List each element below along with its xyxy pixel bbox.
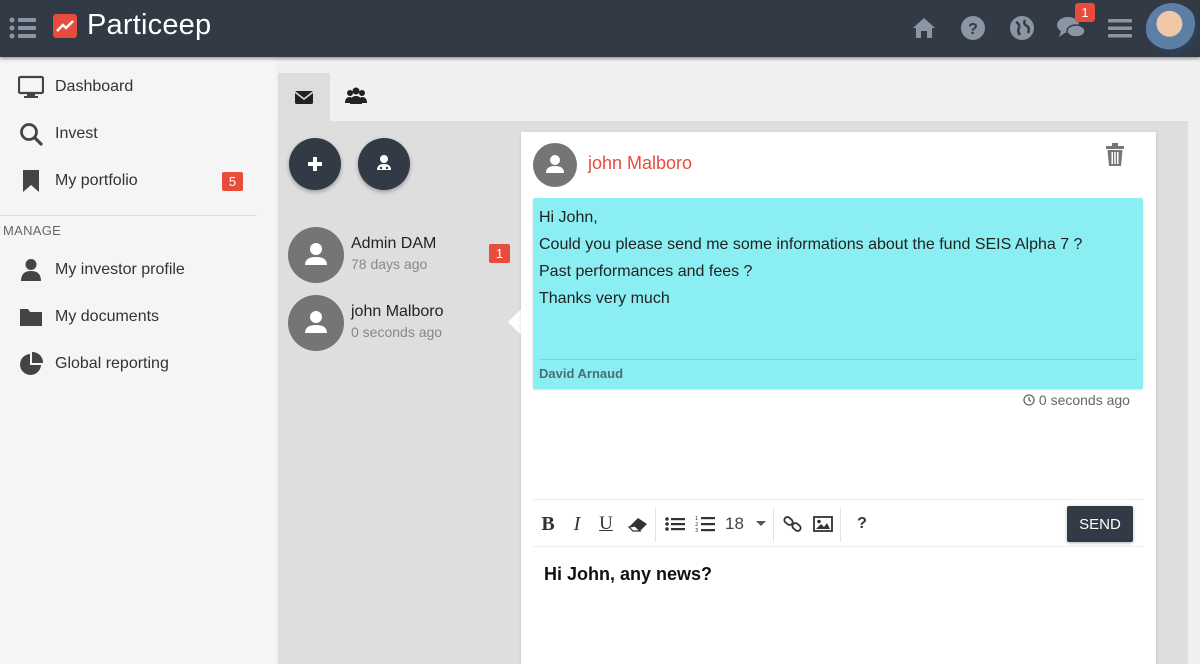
tab-groups[interactable] xyxy=(330,73,382,121)
sidebar-item-label: Dashboard xyxy=(55,78,134,95)
message-line: Could you please send me some informatio… xyxy=(539,236,1083,253)
message-editor[interactable]: Hi John, any news? xyxy=(544,564,712,585)
sidebar-item-global-reporting[interactable]: Global reporting xyxy=(0,344,276,384)
contact-avatar xyxy=(288,295,344,351)
section-label-manage: MANAGE xyxy=(3,223,62,238)
bold-button[interactable]: B xyxy=(539,510,557,538)
contact-admin-button[interactable] xyxy=(358,138,410,190)
sidebar-item-documents[interactable]: My documents xyxy=(0,297,276,337)
sidebar-item-portfolio[interactable]: My portfolio 5 xyxy=(0,161,276,201)
conversation-item-john-malboro[interactable]: john Malboro 0 seconds ago xyxy=(288,295,518,353)
user-icon xyxy=(21,259,41,281)
message-line: Past performances and fees ? xyxy=(539,263,753,280)
folder-icon xyxy=(20,309,42,326)
thread-avatar xyxy=(533,143,577,187)
toolbar-separator xyxy=(655,508,656,542)
numbered-list-icon: 1 2 3 xyxy=(695,516,715,533)
bookmark-icon xyxy=(23,170,39,192)
contact-avatar xyxy=(288,227,344,283)
image-button[interactable] xyxy=(813,510,833,538)
toolbar-separator xyxy=(773,508,774,542)
message-author: David Arnaud xyxy=(539,366,624,381)
conversation-time: 0 seconds ago xyxy=(351,324,443,340)
trash-icon[interactable] xyxy=(1104,143,1126,167)
bullet-list-icon xyxy=(665,517,685,531)
message-separator xyxy=(539,359,1137,360)
conversation-item-admin-dam[interactable]: Admin DAM 78 days ago xyxy=(288,227,518,285)
sidebar-item-invest[interactable]: Invest xyxy=(0,114,276,154)
conversation-name: john Malboro xyxy=(351,303,444,320)
image-icon xyxy=(813,516,833,532)
sidebar-item-label: My portfolio xyxy=(55,172,138,189)
link-icon xyxy=(783,516,802,532)
divider xyxy=(0,215,257,216)
sidebar-item-label: My documents xyxy=(55,308,160,325)
portfolio-badge: 5 xyxy=(222,172,243,191)
toolbar-separator xyxy=(840,508,841,542)
message-line: Thanks very much xyxy=(539,290,670,307)
main-area: Admin DAM 78 days ago 1 john Malboro 0 s… xyxy=(276,57,1200,664)
top-bar: Particeep ? 1 xyxy=(0,0,1200,57)
brand-logo-icon[interactable] xyxy=(53,14,77,38)
sidebar-item-label: Invest xyxy=(55,125,98,142)
font-size-value: 18 xyxy=(725,514,744,533)
search-icon xyxy=(20,123,43,146)
user-avatar[interactable] xyxy=(1146,3,1198,55)
eraser-button[interactable] xyxy=(627,510,649,538)
new-message-button[interactable] xyxy=(289,138,341,190)
sidebar-item-investor-profile[interactable]: My investor profile xyxy=(0,250,276,290)
monitor-icon xyxy=(18,75,44,98)
sidebar: Dashboard Invest My portfolio 5 MANAGE M… xyxy=(0,57,276,664)
editor-toolbar: B I U 1 2 3 18 ? SEND xyxy=(533,499,1144,547)
message-bubble: Hi John, Could you please send me some i… xyxy=(533,198,1143,389)
help-icon[interactable]: ? xyxy=(959,14,987,42)
send-button[interactable]: SEND xyxy=(1067,506,1133,542)
svg-text:3: 3 xyxy=(695,528,698,533)
conversation-time: 78 days ago xyxy=(351,256,428,272)
users-icon xyxy=(345,87,367,104)
conversation-name: Admin DAM xyxy=(351,235,437,252)
tab-messages[interactable] xyxy=(278,73,330,121)
message-thread: john Malboro Hi John, Could you please s… xyxy=(521,132,1156,664)
italic-button[interactable]: I xyxy=(569,510,585,538)
envelope-icon xyxy=(294,91,314,104)
brand-name[interactable]: Particeep xyxy=(87,9,211,42)
caret-down-icon xyxy=(755,521,766,526)
sidebar-item-label: Global reporting xyxy=(55,355,169,372)
chat-badge: 1 xyxy=(1075,3,1095,22)
svg-text:?: ? xyxy=(968,21,978,38)
message-line: Hi John, xyxy=(539,209,598,226)
link-button[interactable] xyxy=(783,510,803,538)
bullet-list-button[interactable] xyxy=(665,510,685,538)
message-time-text: 0 seconds ago xyxy=(1038,392,1130,408)
font-size-select[interactable]: 18 xyxy=(725,510,769,538)
selection-pointer xyxy=(508,309,521,335)
unread-badge: 1 xyxy=(489,244,510,263)
thread-contact-name[interactable]: john Malboro xyxy=(588,153,692,174)
message-timestamp: 0 seconds ago xyxy=(1023,392,1130,408)
numbered-list-button[interactable]: 1 2 3 xyxy=(695,510,715,538)
sidebar-item-label: My investor profile xyxy=(55,261,185,278)
sidebar-item-dashboard[interactable]: Dashboard xyxy=(0,67,276,107)
pie-chart-icon xyxy=(20,351,44,375)
menu-icon[interactable] xyxy=(8,16,36,40)
home-icon[interactable] xyxy=(910,14,938,42)
help-button[interactable]: ? xyxy=(853,510,871,538)
clock-icon xyxy=(1023,394,1035,406)
underline-button[interactable]: U xyxy=(597,510,615,538)
hamburger-icon[interactable] xyxy=(1106,14,1134,42)
eraser-icon xyxy=(627,518,647,532)
globe-icon[interactable] xyxy=(1008,14,1036,42)
